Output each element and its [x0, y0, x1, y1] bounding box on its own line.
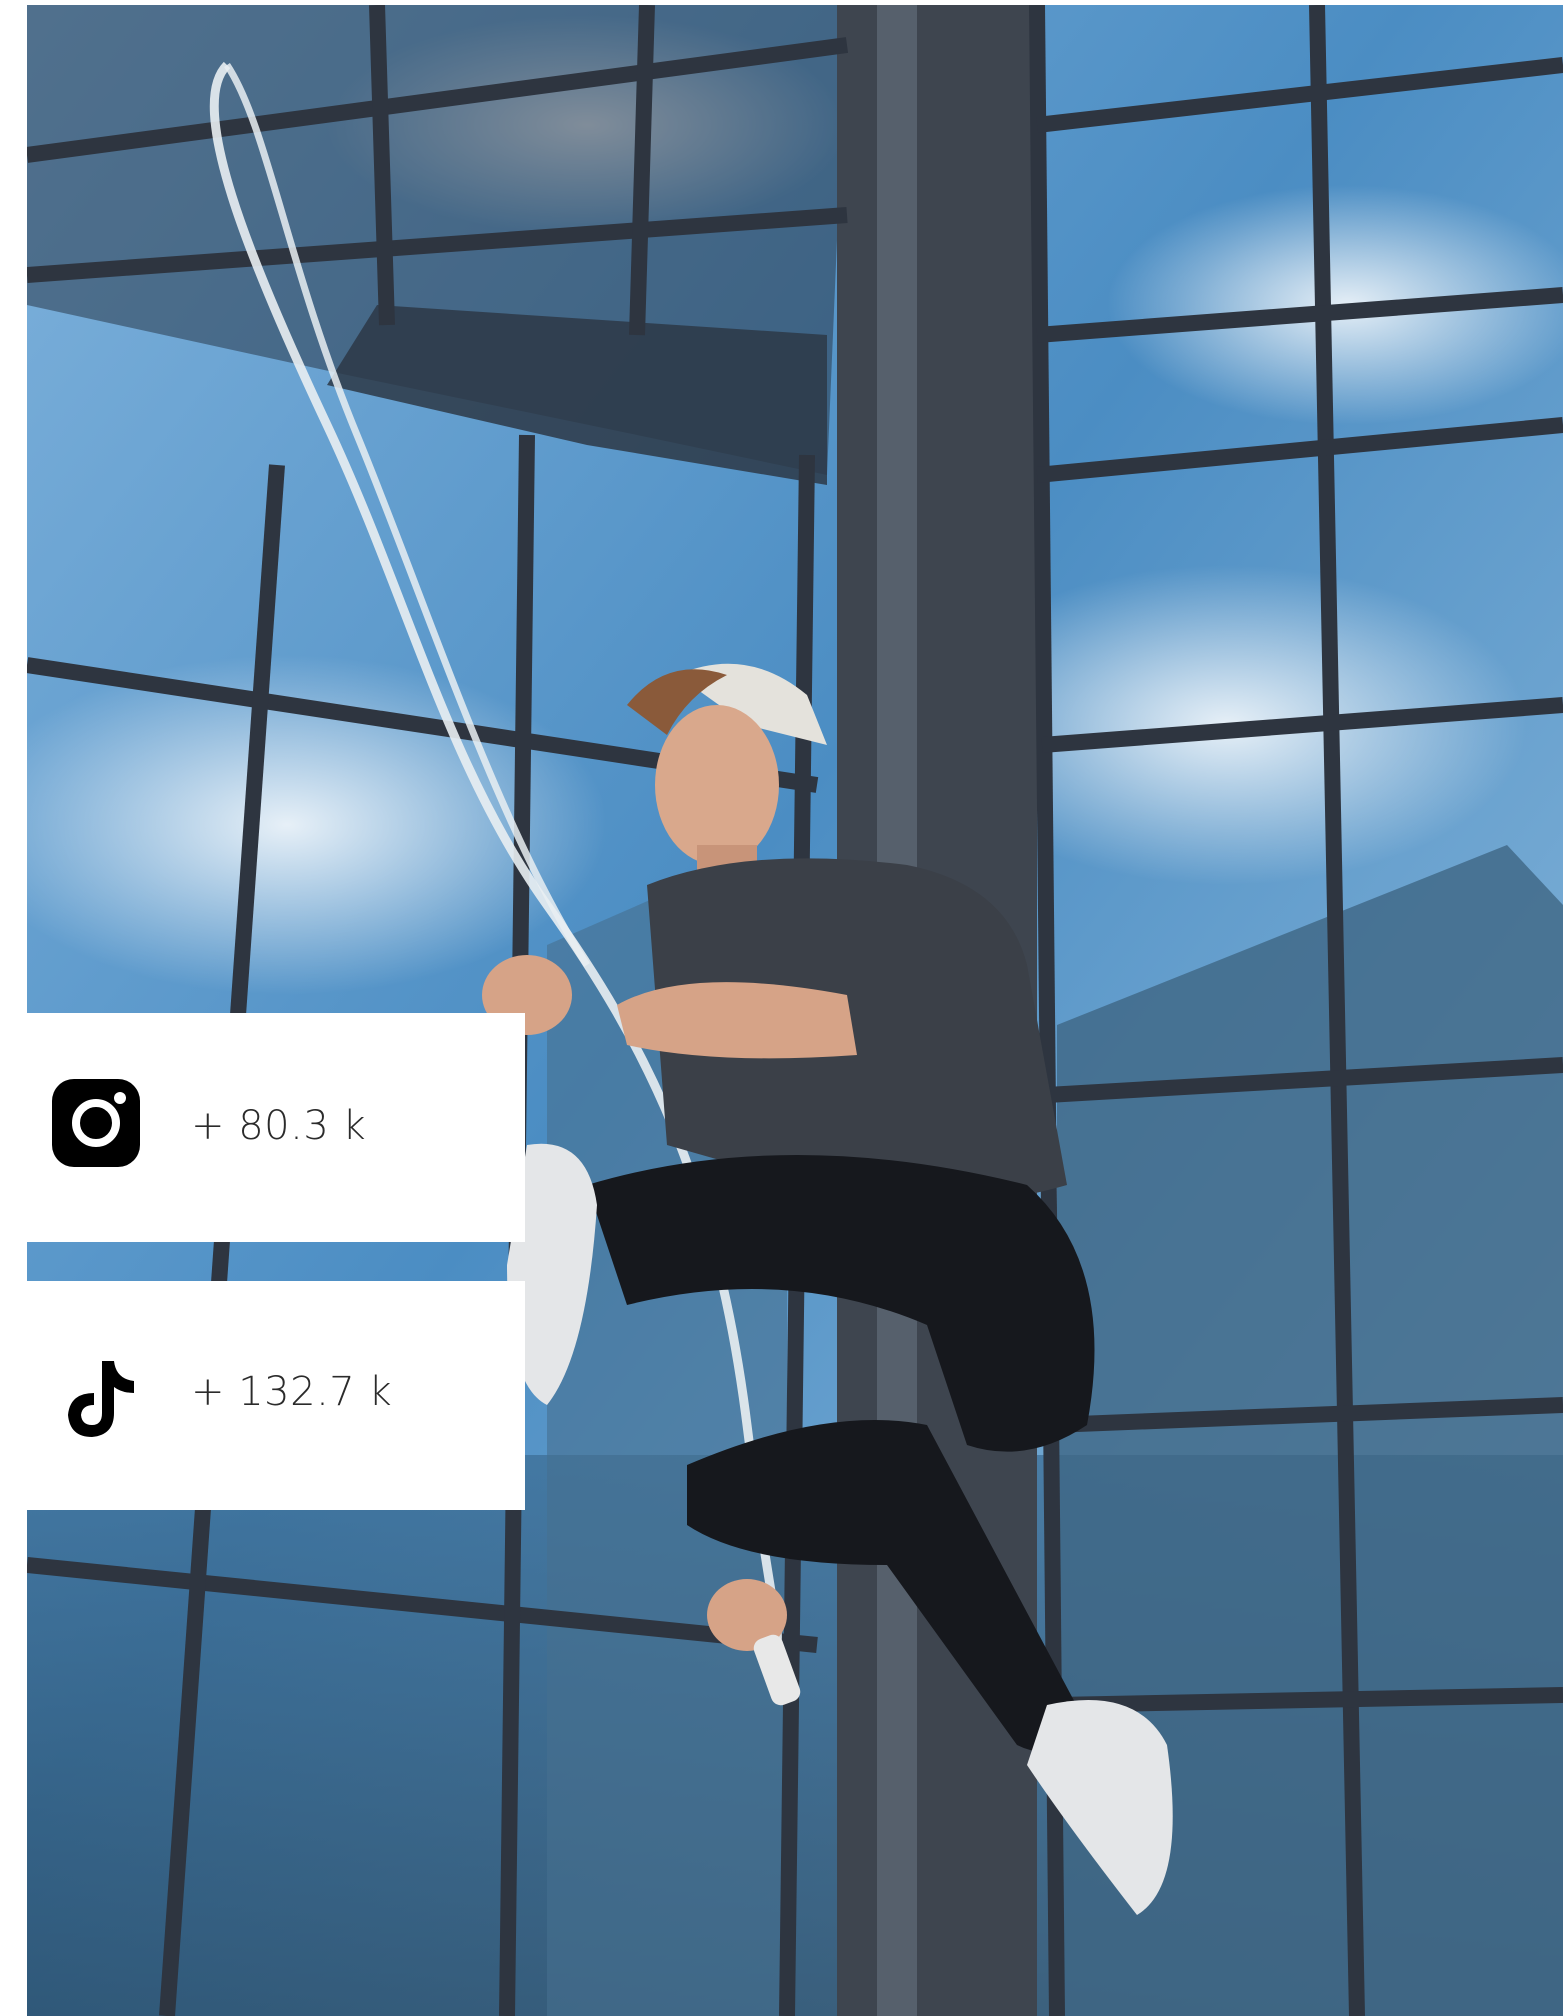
- instagram-icon: [50, 1077, 142, 1169]
- tiktok-icon: [50, 1353, 142, 1445]
- tiktok-stat-card: + 132.7 k: [27, 1281, 525, 1510]
- instagram-follower-count: + 80.3 k: [191, 1103, 367, 1149]
- tiktok-follower-count: + 132.7 k: [191, 1369, 393, 1415]
- hero-photo: [27, 5, 1563, 2016]
- instagram-stat-card: + 80.3 k: [27, 1013, 525, 1242]
- page: + 80.3 k + 132.7 k: [0, 0, 1568, 2016]
